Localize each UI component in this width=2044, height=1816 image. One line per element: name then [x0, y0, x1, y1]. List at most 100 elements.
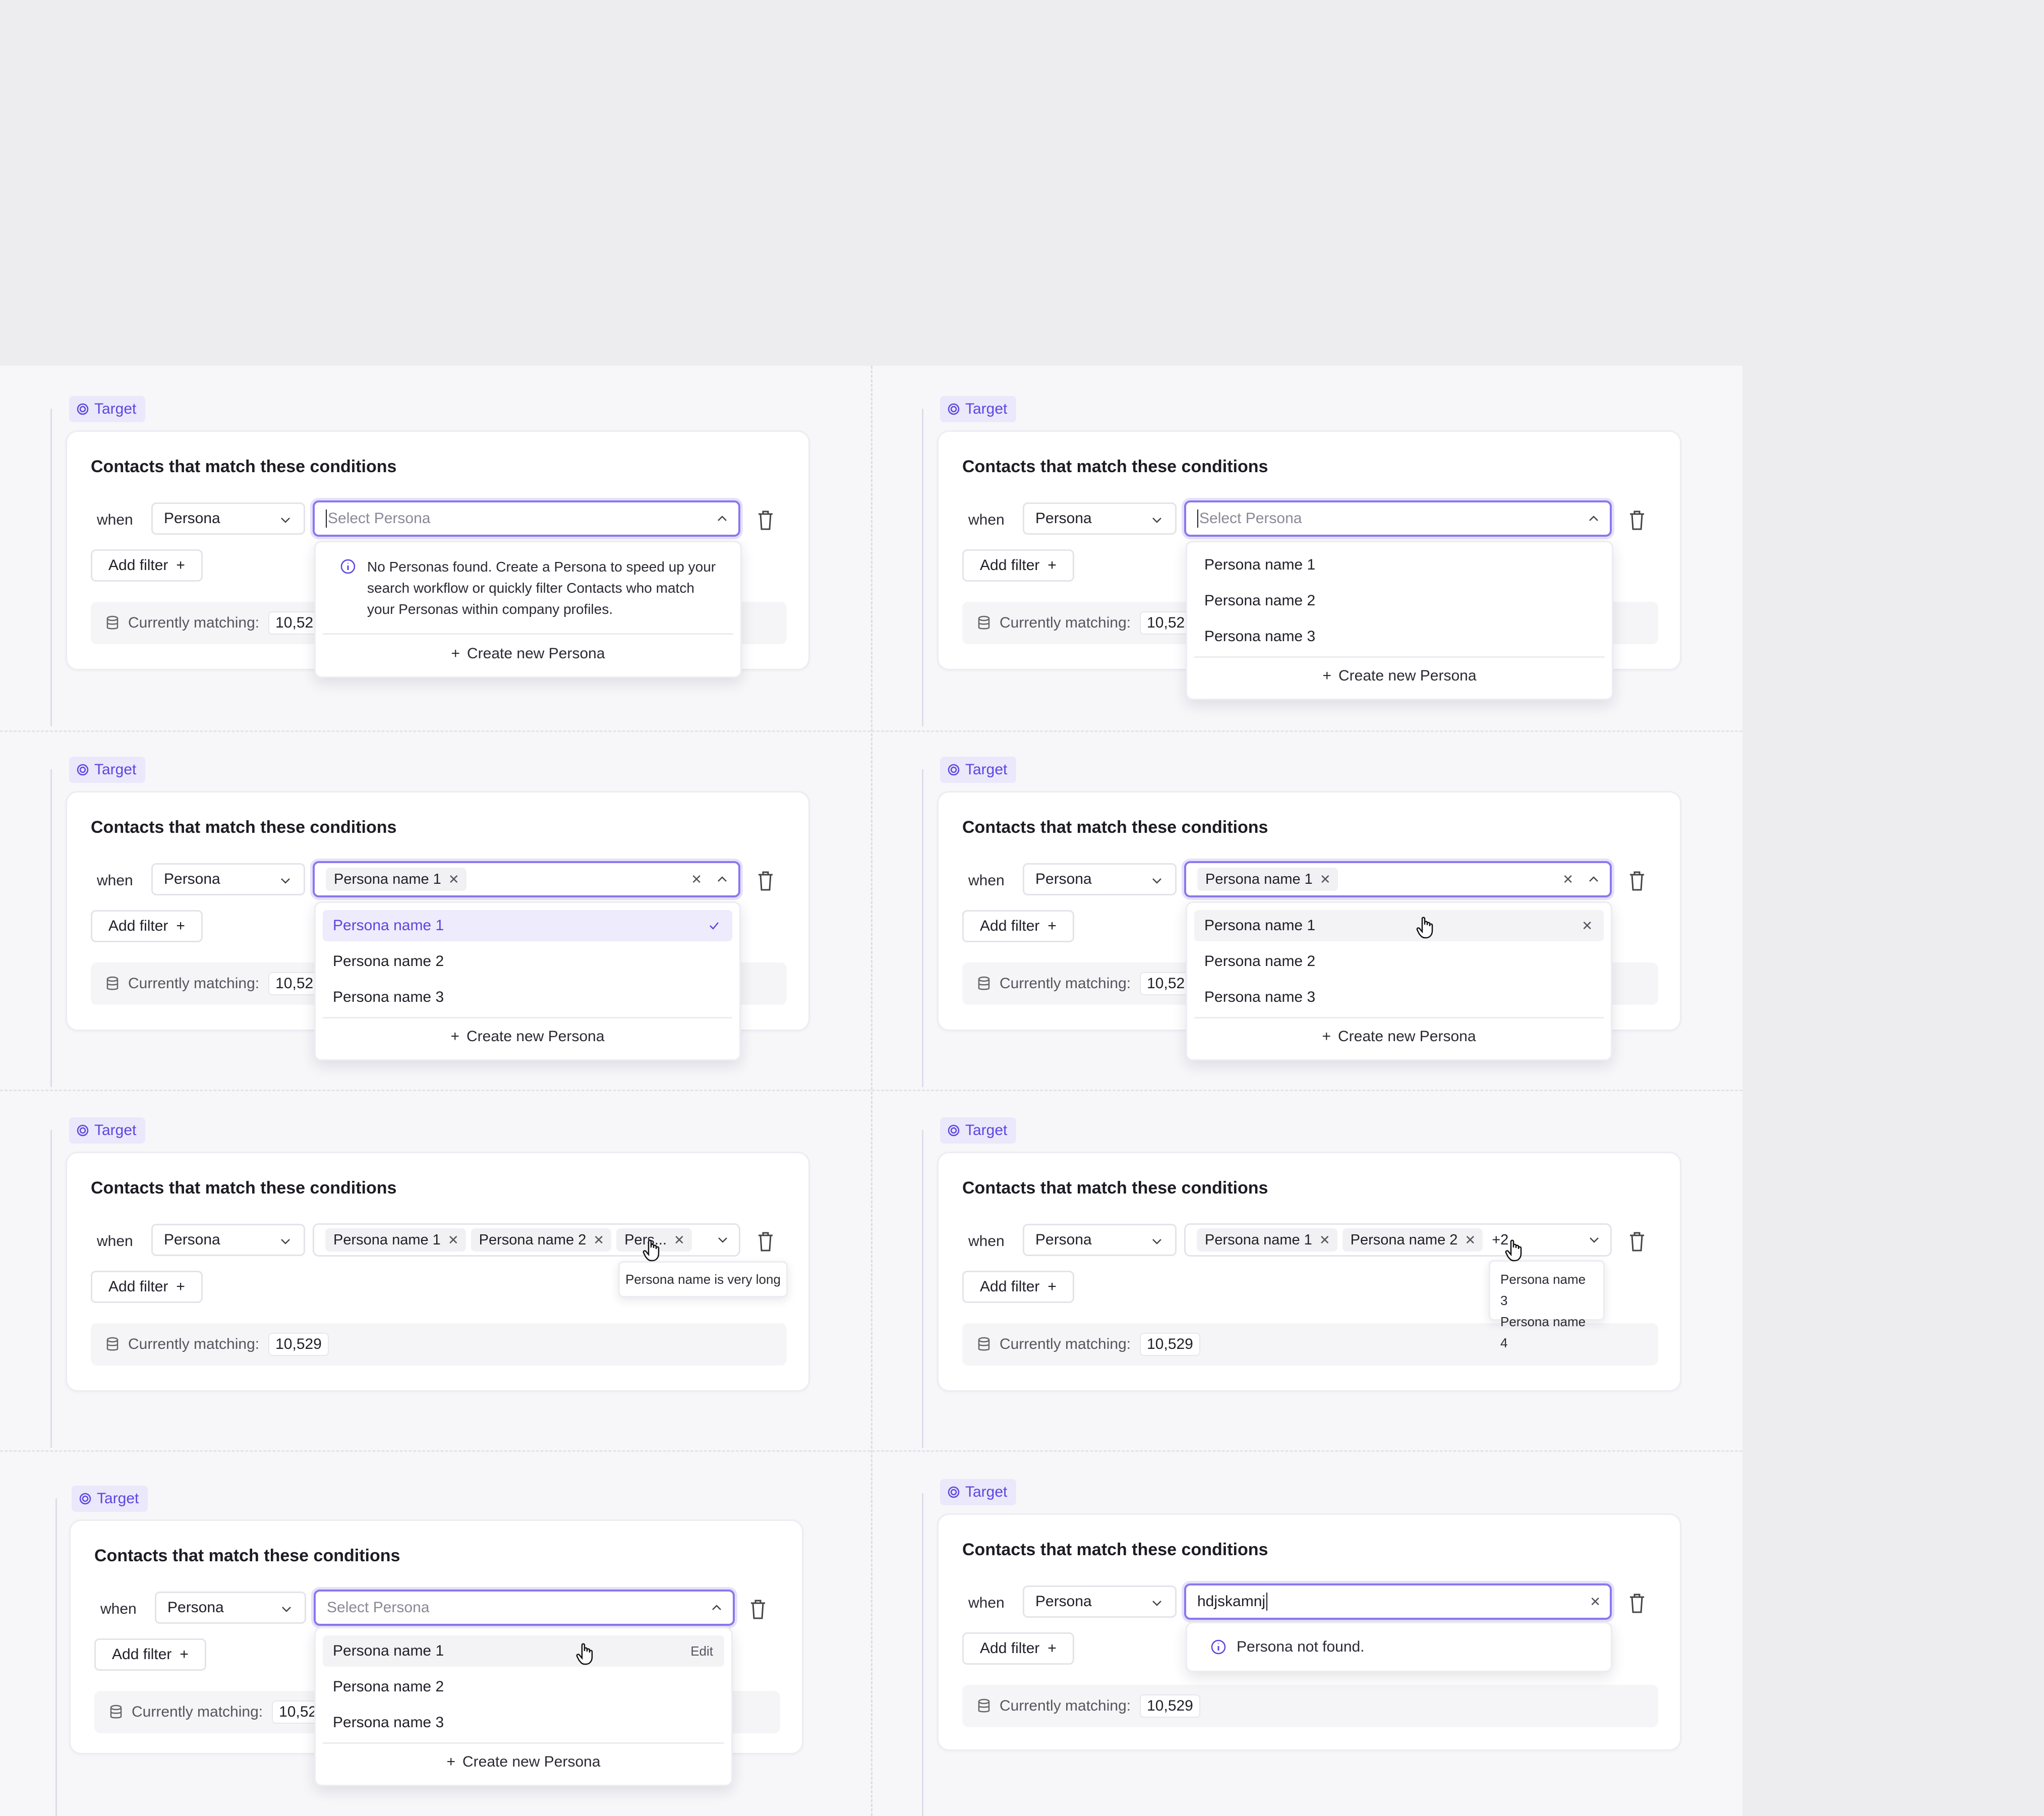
row-divider: [0, 730, 1742, 732]
persona-option-hover[interactable]: Persona name 1 Edit: [323, 1635, 724, 1667]
persona-select-input[interactable]: Persona name 1 ✕ ✕: [1184, 861, 1612, 897]
add-filter-button[interactable]: Add filter +: [91, 910, 203, 942]
close-icon[interactable]: ✕: [593, 1232, 604, 1248]
close-icon[interactable]: ✕: [448, 1232, 459, 1248]
field-select[interactable]: Persona: [155, 1592, 306, 1624]
chevron-down-icon[interactable]: [716, 1233, 730, 1247]
target-badge[interactable]: Target: [69, 757, 146, 783]
matching-bar: Currently matching: 10,529: [91, 1323, 787, 1366]
field-select[interactable]: Persona: [151, 863, 305, 895]
chevron-up-icon[interactable]: [1587, 512, 1601, 526]
persona-option[interactable]: Persona name 2: [323, 1671, 724, 1702]
target-badge[interactable]: Target: [940, 396, 1017, 422]
persona-option[interactable]: Persona name 3: [1194, 621, 1605, 652]
empty-message: No Personas found. Create a Persona to s…: [367, 559, 716, 617]
chevron-up-icon[interactable]: [1587, 872, 1601, 886]
persona-select-input[interactable]: Select Persona: [313, 500, 740, 537]
chevron-down-icon[interactable]: [1587, 1233, 1601, 1247]
persona-search-input[interactable]: hdjskamnj ✕: [1184, 1583, 1612, 1620]
field-select-value: Persona: [164, 871, 220, 887]
clear-icon[interactable]: ✕: [1562, 872, 1573, 887]
chevron-up-icon[interactable]: [710, 1601, 724, 1615]
trash-icon[interactable]: [1627, 870, 1647, 892]
connector-rail: [55, 1498, 57, 1816]
target-badge[interactable]: Target: [69, 1117, 146, 1144]
add-filter-button[interactable]: Add filter +: [91, 1271, 203, 1303]
add-filter-button[interactable]: Add filter +: [962, 910, 1074, 942]
persona-chip: Persona name 1 ✕: [326, 868, 466, 891]
persona-option[interactable]: Persona name 3: [323, 1707, 724, 1738]
target-label: Target: [965, 1484, 1008, 1500]
persona-option[interactable]: Persona name 2: [1194, 585, 1605, 616]
persona-select-input[interactable]: Select Persona: [1184, 500, 1612, 537]
target-badge[interactable]: Target: [72, 1486, 148, 1512]
placeholder-text: Select Persona: [1199, 510, 1302, 527]
add-filter-button[interactable]: Add filter +: [962, 1632, 1074, 1665]
matching-count: 10,52: [1140, 611, 1192, 635]
when-label: when: [100, 1601, 137, 1617]
chip-label: Persona name 1: [334, 871, 441, 887]
plus-icon: +: [176, 918, 185, 934]
persona-option[interactable]: Persona name 3: [1194, 982, 1604, 1013]
persona-option[interactable]: Persona name 3: [323, 982, 732, 1013]
database-icon: [978, 1337, 990, 1351]
add-filter-button[interactable]: Add filter +: [91, 549, 203, 582]
persona-option[interactable]: Persona name 1: [1194, 549, 1605, 581]
persona-select-input[interactable]: Persona name 1 ✕ Persona name 2 ✕ +2: [1184, 1223, 1612, 1257]
trash-icon[interactable]: [755, 1230, 776, 1253]
field-select[interactable]: Persona: [1023, 502, 1177, 535]
field-select[interactable]: Persona: [151, 1224, 305, 1256]
persona-option[interactable]: Persona name 2: [323, 946, 732, 977]
field-select[interactable]: Persona: [1023, 1585, 1177, 1618]
persona-select-input[interactable]: Select Persona: [314, 1590, 735, 1626]
edit-persona-button[interactable]: Edit: [690, 1635, 713, 1667]
persona-select-input[interactable]: Persona name 1 ✕ ✕: [313, 861, 740, 897]
field-select[interactable]: Persona: [1023, 1224, 1177, 1256]
chevron-up-icon[interactable]: [715, 872, 729, 886]
persona-option[interactable]: Persona name 2: [1194, 946, 1604, 977]
create-persona-button[interactable]: + Create new Persona: [1187, 1021, 1611, 1052]
not-found-message: Persona not found.: [1237, 1638, 1365, 1655]
trash-icon[interactable]: [1627, 1592, 1647, 1614]
add-filter-button[interactable]: Add filter +: [962, 1271, 1074, 1303]
persona-select-input[interactable]: Persona name 1 ✕ Persona name 2 ✕ Pers... ✕: [313, 1223, 740, 1257]
clear-icon[interactable]: ✕: [691, 872, 702, 887]
persona-option-hover[interactable]: Persona name 1 ✕: [1194, 910, 1604, 941]
target-badge[interactable]: Target: [940, 757, 1017, 783]
plus-icon: +: [1322, 667, 1332, 684]
hand-cursor-icon: [1416, 917, 1433, 939]
field-select[interactable]: Persona: [1023, 863, 1177, 895]
create-persona-button[interactable]: + Create new Persona: [316, 638, 740, 669]
close-icon[interactable]: ✕: [1465, 1232, 1476, 1248]
card-title: Contacts that match these conditions: [91, 818, 397, 837]
persona-dropdown: Persona name 1 ✕ Persona name 2 Persona …: [1186, 901, 1612, 1061]
close-icon[interactable]: ✕: [674, 1232, 685, 1248]
separator: [1194, 1017, 1604, 1018]
close-icon[interactable]: ✕: [1320, 872, 1331, 887]
close-icon[interactable]: ✕: [1319, 1232, 1330, 1248]
target-badge[interactable]: Target: [940, 1117, 1017, 1144]
chevron-down-icon: [1152, 1601, 1161, 1606]
persona-option-selected[interactable]: Persona name 1: [323, 910, 732, 941]
plus-icon: +: [176, 1278, 185, 1295]
chevron-up-icon[interactable]: [715, 512, 729, 526]
trash-icon[interactable]: [755, 870, 776, 892]
target-badge[interactable]: Target: [69, 396, 146, 422]
create-persona-button[interactable]: + Create new Persona: [316, 1746, 731, 1778]
trash-icon[interactable]: [1627, 509, 1647, 531]
target-label: Target: [94, 1122, 137, 1139]
close-icon[interactable]: ✕: [448, 872, 459, 887]
create-persona-button[interactable]: + Create new Persona: [1187, 660, 1612, 692]
trash-icon[interactable]: [1627, 1230, 1647, 1253]
field-select[interactable]: Persona: [151, 502, 305, 535]
target-icon: [77, 403, 89, 415]
target-badge[interactable]: Target: [940, 1479, 1017, 1505]
trash-icon[interactable]: [755, 509, 776, 531]
add-filter-button[interactable]: Add filter +: [94, 1638, 206, 1671]
create-persona-button[interactable]: + Create new Persona: [316, 1021, 739, 1052]
clear-icon[interactable]: ✕: [1590, 1594, 1601, 1610]
deselect-icon[interactable]: ✕: [1582, 910, 1593, 941]
add-filter-button[interactable]: Add filter +: [962, 549, 1074, 582]
trash-icon[interactable]: [748, 1598, 768, 1620]
tooltip-item: Persona name 4: [1500, 1314, 1586, 1350]
